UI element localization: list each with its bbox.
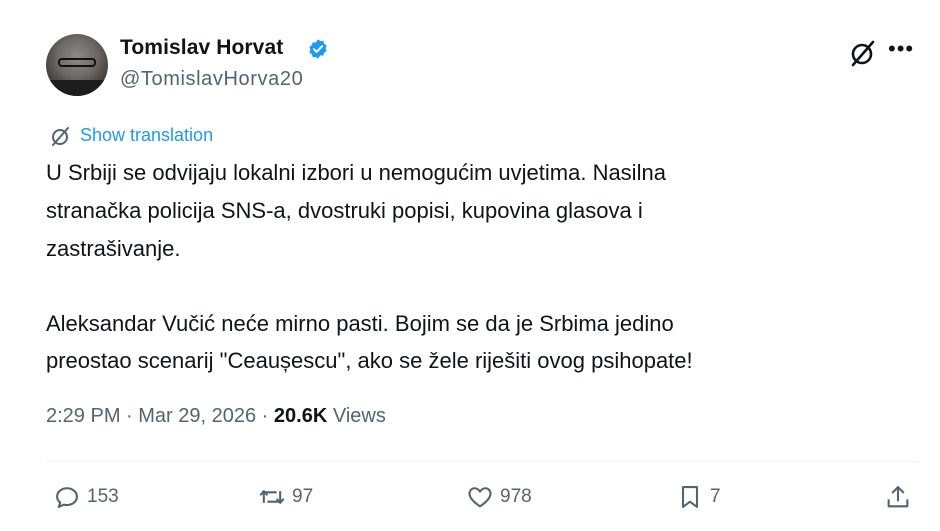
tweet-text-line-3: zastrašivanje.: [46, 236, 181, 261]
like-button[interactable]: 978: [466, 482, 532, 512]
bookmark-button[interactable]: 7: [676, 482, 721, 512]
like-count: 978: [500, 486, 532, 507]
retweet-button[interactable]: 97: [258, 482, 313, 512]
bookmark-count: 7: [710, 486, 721, 507]
show-translation-link[interactable]: Show translation: [80, 125, 213, 146]
reply-button[interactable]: 153: [53, 482, 119, 512]
grok-icon[interactable]: [848, 38, 878, 68]
tweet-date[interactable]: Mar 29, 2026: [138, 405, 256, 427]
divider: [46, 461, 918, 462]
retweet-count: 97: [292, 486, 314, 507]
user-handle[interactable]: @TomislavHorva20: [120, 68, 303, 91]
tweet-text-line-2: stranačka policija SNS-a, dvostruki popi…: [46, 198, 643, 223]
tweet-text-line-5: preostao scenarij "Ceaușescu", ako se že…: [46, 348, 693, 373]
avatar[interactable]: [46, 34, 108, 96]
heart-icon: [468, 487, 492, 508]
avatar-glasses: [58, 58, 96, 67]
bookmark-icon: [681, 486, 699, 508]
share-button[interactable]: [884, 482, 918, 512]
views-label: Views: [327, 405, 386, 427]
verified-badge-icon: [309, 39, 327, 59]
meta-separator-2: ·: [256, 405, 274, 427]
views-count: 20.6K: [273, 405, 328, 427]
retweet-icon: [259, 490, 285, 504]
tweet-text-line-4: Aleksandar Vučić neće mirno pasti. Bojim…: [46, 311, 674, 336]
share-icon: [887, 486, 909, 508]
tweet-time[interactable]: 2:29 PM: [46, 405, 120, 427]
tweet-text-line-1: U Srbiji se odvijaju lokalni izbori u ne…: [46, 160, 666, 185]
avatar-shirt: [46, 80, 108, 96]
translate-icon: [52, 127, 69, 146]
reply-count: 153: [87, 486, 119, 507]
more-icon[interactable]: •••: [888, 36, 914, 62]
tweet-meta: 2:29 PM · Mar 29, 2026 · 20.6K Views: [46, 405, 386, 428]
meta-separator: ·: [120, 405, 139, 427]
display-name[interactable]: Tomislav Horvat: [120, 36, 283, 60]
reply-icon: [56, 487, 78, 508]
